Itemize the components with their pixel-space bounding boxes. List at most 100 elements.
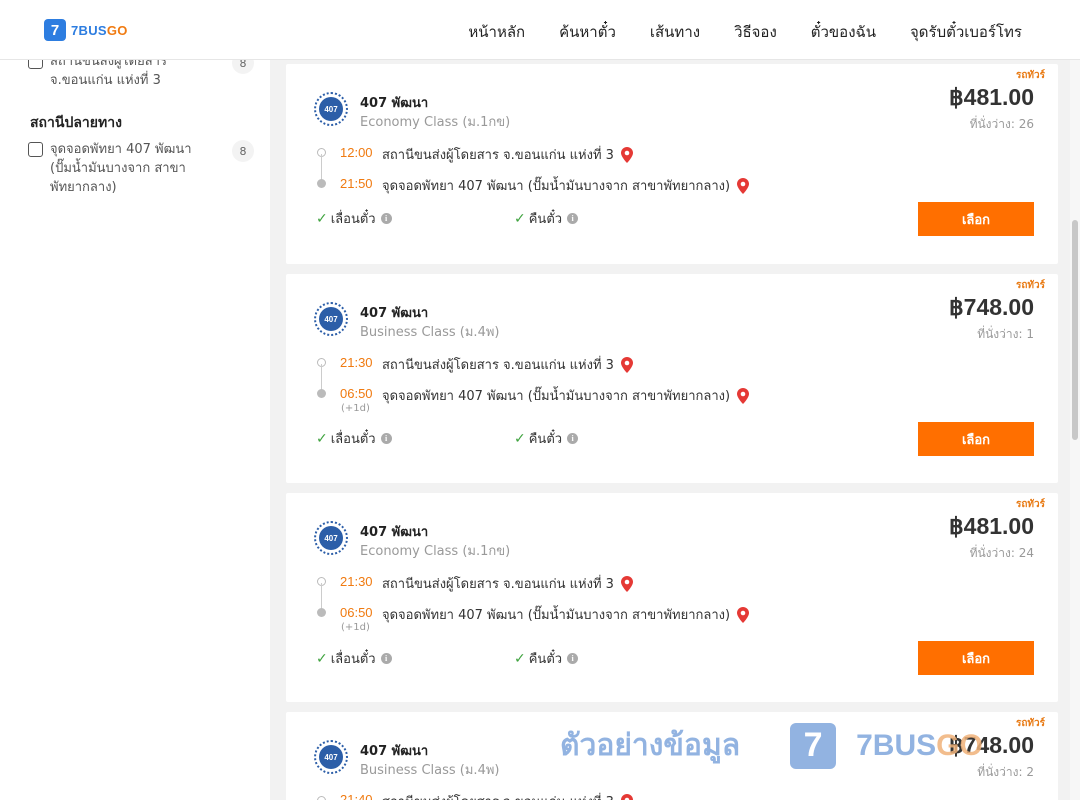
map-pin-icon[interactable] xyxy=(620,575,634,592)
arrival-dot xyxy=(317,179,326,188)
check-icon: ✓ xyxy=(514,430,526,447)
arrival-dot xyxy=(317,389,326,398)
bus-class: Economy Class (ม.1กข) xyxy=(360,115,511,130)
top-header: 7 7BUSGO หน้าหลัก ค้นหาตั๋ว เส้นทาง วิธี… xyxy=(0,0,1080,60)
bus-type-tag: รถทัวร์ xyxy=(1015,70,1045,81)
next-day-indicator: (+1d) xyxy=(341,622,370,633)
watermark-text: ตัวอย่างข้อมูล xyxy=(560,728,741,763)
site-logo[interactable]: 7 7BUSGO xyxy=(44,19,128,41)
seats-available: ที่นั่งว่าง: 1 xyxy=(977,327,1034,341)
refund-feature: ✓ คืนตั๋ว i xyxy=(514,208,579,229)
reschedule-feature: ✓ เลื่อนตั๋ว i xyxy=(316,208,392,229)
map-pin-icon[interactable] xyxy=(620,793,634,800)
map-pin-icon[interactable] xyxy=(736,606,750,623)
departure-dot xyxy=(317,796,326,800)
operator-name: 407 พัฒนา xyxy=(360,96,429,111)
page-scrollbar[interactable] xyxy=(1070,60,1080,800)
bus-class: Business Class (ม.4พ) xyxy=(360,325,500,340)
departure-time: 12:00 xyxy=(340,145,373,160)
operator-name: 407 พัฒนา xyxy=(360,525,429,540)
bus-type-tag: รถทัวร์ xyxy=(1015,280,1045,291)
departure-station: สถานีขนส่งผู้โดยสาร จ.ขอนแก่น แห่งที่ 3 xyxy=(382,354,634,375)
departure-time: 21:30 xyxy=(340,574,373,589)
info-icon[interactable]: i xyxy=(567,433,579,444)
check-icon: ✓ xyxy=(514,210,526,227)
select-trip-button[interactable]: เลือก xyxy=(918,422,1034,456)
scrollbar-thumb[interactable] xyxy=(1072,220,1078,440)
route-line xyxy=(321,583,322,611)
filter-sidebar: สถานีขนส่งผู้โดยสาร จ.ขอนแก่น แห่งที่ 3 … xyxy=(0,52,270,800)
refund-feature: ✓ คืนตั๋ว i xyxy=(514,648,579,669)
trip-card: รถทัวร์ 407 407 พัฒนา Business Class (ม.… xyxy=(286,274,1058,483)
next-day-indicator: (+1d) xyxy=(341,403,370,414)
seats-available: ที่นั่งว่าง: 2 xyxy=(977,765,1034,779)
ticket-price: ฿481.00 xyxy=(949,513,1034,539)
nav-home[interactable]: หน้าหลัก xyxy=(468,20,525,44)
seats-available: ที่นั่งว่าง: 24 xyxy=(969,546,1034,560)
seats-available: ที่นั่งว่าง: 26 xyxy=(969,117,1034,131)
filter-destination-item[interactable]: จุดจอดพัทยา 407 พัฒนา (ปั๊มน้ำมันบางจาก … xyxy=(28,140,254,197)
nav-search-ticket[interactable]: ค้นหาตั๋ว xyxy=(559,20,616,44)
info-icon[interactable]: i xyxy=(567,213,579,224)
arrival-station: จุดจอดพัทยา 407 พัฒนา (ปั๊มน้ำมันบางจาก … xyxy=(382,175,750,196)
select-trip-button[interactable]: เลือก xyxy=(918,202,1034,236)
filter-destination-label: จุดจอดพัทยา 407 พัฒนา (ปั๊มน้ำมันบางจาก … xyxy=(50,142,192,195)
watermark-logo-mark: 7 xyxy=(790,722,837,769)
select-trip-button[interactable]: เลือก xyxy=(918,641,1034,675)
departure-station: สถานีขนส่งผู้โดยสาร จ.ขอนแก่น แห่งที่ 3 xyxy=(382,144,634,165)
departure-time: 21:30 xyxy=(340,355,373,370)
info-icon[interactable]: i xyxy=(380,433,392,444)
bus-class: Business Class (ม.4พ) xyxy=(360,763,500,778)
departure-station: สถานีขนส่งผู้โดยสาร จ.ขอนแก่น แห่งที่ 3 xyxy=(382,573,634,594)
trip-card: รถทัวร์ 407 407 พัฒนา Economy Class (ม.1… xyxy=(286,64,1058,264)
departure-station: สถานีขนส่งผู้โดยสาร จ.ขอนแก่น แห่งที่ 3 xyxy=(382,791,634,800)
nav-ticket-pickup-phone[interactable]: จุดรับตั๋วเบอร์โทร xyxy=(910,20,1022,44)
trip-card: รถทัวร์ 407 407 พัฒนา Economy Class (ม.1… xyxy=(286,493,1058,702)
ticket-price: ฿748.00 xyxy=(949,294,1034,320)
map-pin-icon[interactable] xyxy=(620,146,634,163)
bus-type-tag: รถทัวร์ xyxy=(1015,718,1045,729)
operator-logo: 407 xyxy=(314,521,348,555)
destination-section-title: สถานีปลายทาง xyxy=(30,115,122,131)
info-icon[interactable]: i xyxy=(567,653,579,664)
info-icon[interactable]: i xyxy=(380,213,392,224)
info-icon[interactable]: i xyxy=(380,653,392,664)
ticket-price: ฿481.00 xyxy=(949,84,1034,110)
refund-feature: ✓ คืนตั๋ว i xyxy=(514,428,579,449)
check-icon: ✓ xyxy=(514,650,526,667)
arrival-station: จุดจอดพัทยา 407 พัฒนา (ปั๊มน้ำมันบางจาก … xyxy=(382,385,750,406)
nav-how-to-book[interactable]: วิธีจอง xyxy=(734,20,777,44)
reschedule-feature: ✓ เลื่อนตั๋ว i xyxy=(316,648,392,669)
map-pin-icon[interactable] xyxy=(736,387,750,404)
operator-logo: 407 xyxy=(314,302,348,336)
route-line xyxy=(321,364,322,392)
check-icon: ✓ xyxy=(316,650,328,667)
filter-destination-checkbox[interactable] xyxy=(28,142,43,157)
departure-time: 21:40 xyxy=(340,792,373,800)
arrival-time: 06:50 xyxy=(340,605,373,620)
arrival-time: 21:50 xyxy=(340,176,373,191)
bus-type-tag: รถทัวร์ xyxy=(1015,499,1045,510)
map-pin-icon[interactable] xyxy=(620,356,634,373)
bus-class: Economy Class (ม.1กข) xyxy=(360,544,511,559)
main-nav: หน้าหลัก ค้นหาตั๋ว เส้นทาง วิธีจอง ตั๋วข… xyxy=(468,20,1022,44)
arrival-time: 06:50 xyxy=(340,386,373,401)
logo-mark: 7 xyxy=(44,19,66,41)
arrival-station: จุดจอดพัทยา 407 พัฒนา (ปั๊มน้ำมันบางจาก … xyxy=(382,604,750,625)
operator-name: 407 พัฒนา xyxy=(360,306,429,321)
check-icon: ✓ xyxy=(316,430,328,447)
sample-data-watermark: ตัวอย่างข้อมูล 7 7BUSGO xyxy=(560,722,983,769)
arrival-dot xyxy=(317,608,326,617)
logo-text: 7BUSGO xyxy=(71,22,128,38)
nav-my-tickets[interactable]: ตั๋วของฉัน xyxy=(811,20,876,44)
filter-destination-count: 8 xyxy=(232,140,254,162)
operator-logo: 407 xyxy=(314,740,348,774)
watermark-logo-text: 7BUSGO xyxy=(856,728,983,762)
reschedule-feature: ✓ เลื่อนตั๋ว i xyxy=(316,428,392,449)
operator-logo: 407 xyxy=(314,92,348,126)
check-icon: ✓ xyxy=(316,210,328,227)
map-pin-icon[interactable] xyxy=(736,177,750,194)
nav-routes[interactable]: เส้นทาง xyxy=(650,20,700,44)
operator-name: 407 พัฒนา xyxy=(360,744,429,759)
route-line xyxy=(321,154,322,182)
